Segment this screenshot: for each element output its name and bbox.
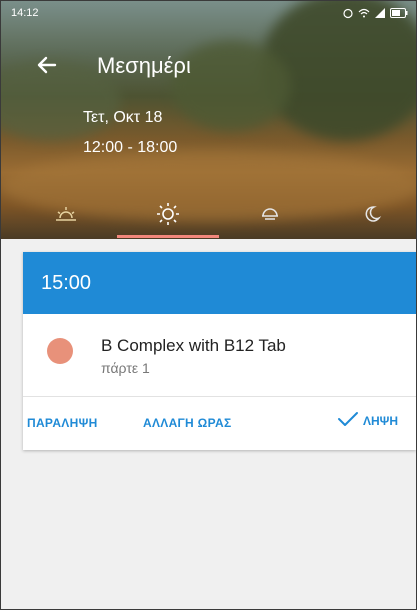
medication-name: B Complex with B12 Tab xyxy=(101,336,286,355)
page-title: Μεσημέρι xyxy=(97,53,191,78)
wifi-icon xyxy=(358,7,370,22)
pill-icon xyxy=(47,338,73,364)
reminder-time: 15:00 xyxy=(41,272,92,294)
take-button[interactable]: ΛΗΨΗ xyxy=(337,410,398,431)
date-label: Τετ, Οκτ 18 xyxy=(83,109,163,126)
back-arrow-icon[interactable] xyxy=(35,53,59,77)
moon-icon xyxy=(362,204,382,229)
reminder-card: 15:00 B Complex with B12 Tab πάρτε 1 ΠΑΡ… xyxy=(23,252,416,450)
app-frame: 14:12 Μεσημέρι Τετ, Οκτ 18 12:00 - 18:00… xyxy=(0,0,417,610)
status-bar: 14:12 xyxy=(9,7,408,23)
reschedule-button[interactable]: ΑΛΛΑΓΗ ΩΡΑΣ xyxy=(143,416,231,430)
status-icons xyxy=(342,7,408,22)
status-time: 14:12 xyxy=(11,7,39,19)
battery-icon xyxy=(390,8,408,21)
time-range-label: 12:00 - 18:00 xyxy=(83,139,178,156)
time-of-day-tabs xyxy=(1,197,416,239)
reminder-actions: ΠΑΡΑΛΗΨΗ ΑΛΛΑΓΗ ΩΡΑΣ ΛΗΨΗ xyxy=(23,396,416,450)
tab-night[interactable] xyxy=(347,197,397,235)
signal-icon xyxy=(374,7,386,22)
tab-noon[interactable] xyxy=(143,197,193,235)
reminder-card-header: 15:00 xyxy=(23,252,416,314)
medication-dose: πάρτε 1 xyxy=(101,360,150,376)
alarm-icon xyxy=(342,7,354,22)
medication-row[interactable]: B Complex with B12 Tab πάρτε 1 xyxy=(23,314,416,397)
take-button-label: ΛΗΨΗ xyxy=(362,413,398,428)
header-background: 14:12 Μεσημέρι Τετ, Οκτ 18 12:00 - 18:00 xyxy=(1,1,416,239)
tab-evening[interactable] xyxy=(245,197,295,235)
sun-icon xyxy=(155,201,181,232)
sunrise-icon xyxy=(54,204,78,229)
check-icon xyxy=(337,410,359,431)
sunset-icon xyxy=(259,204,281,229)
selected-tab-indicator xyxy=(117,235,219,238)
skip-button[interactable]: ΠΑΡΑΛΗΨΗ xyxy=(27,416,98,430)
tab-morning[interactable] xyxy=(41,197,91,235)
